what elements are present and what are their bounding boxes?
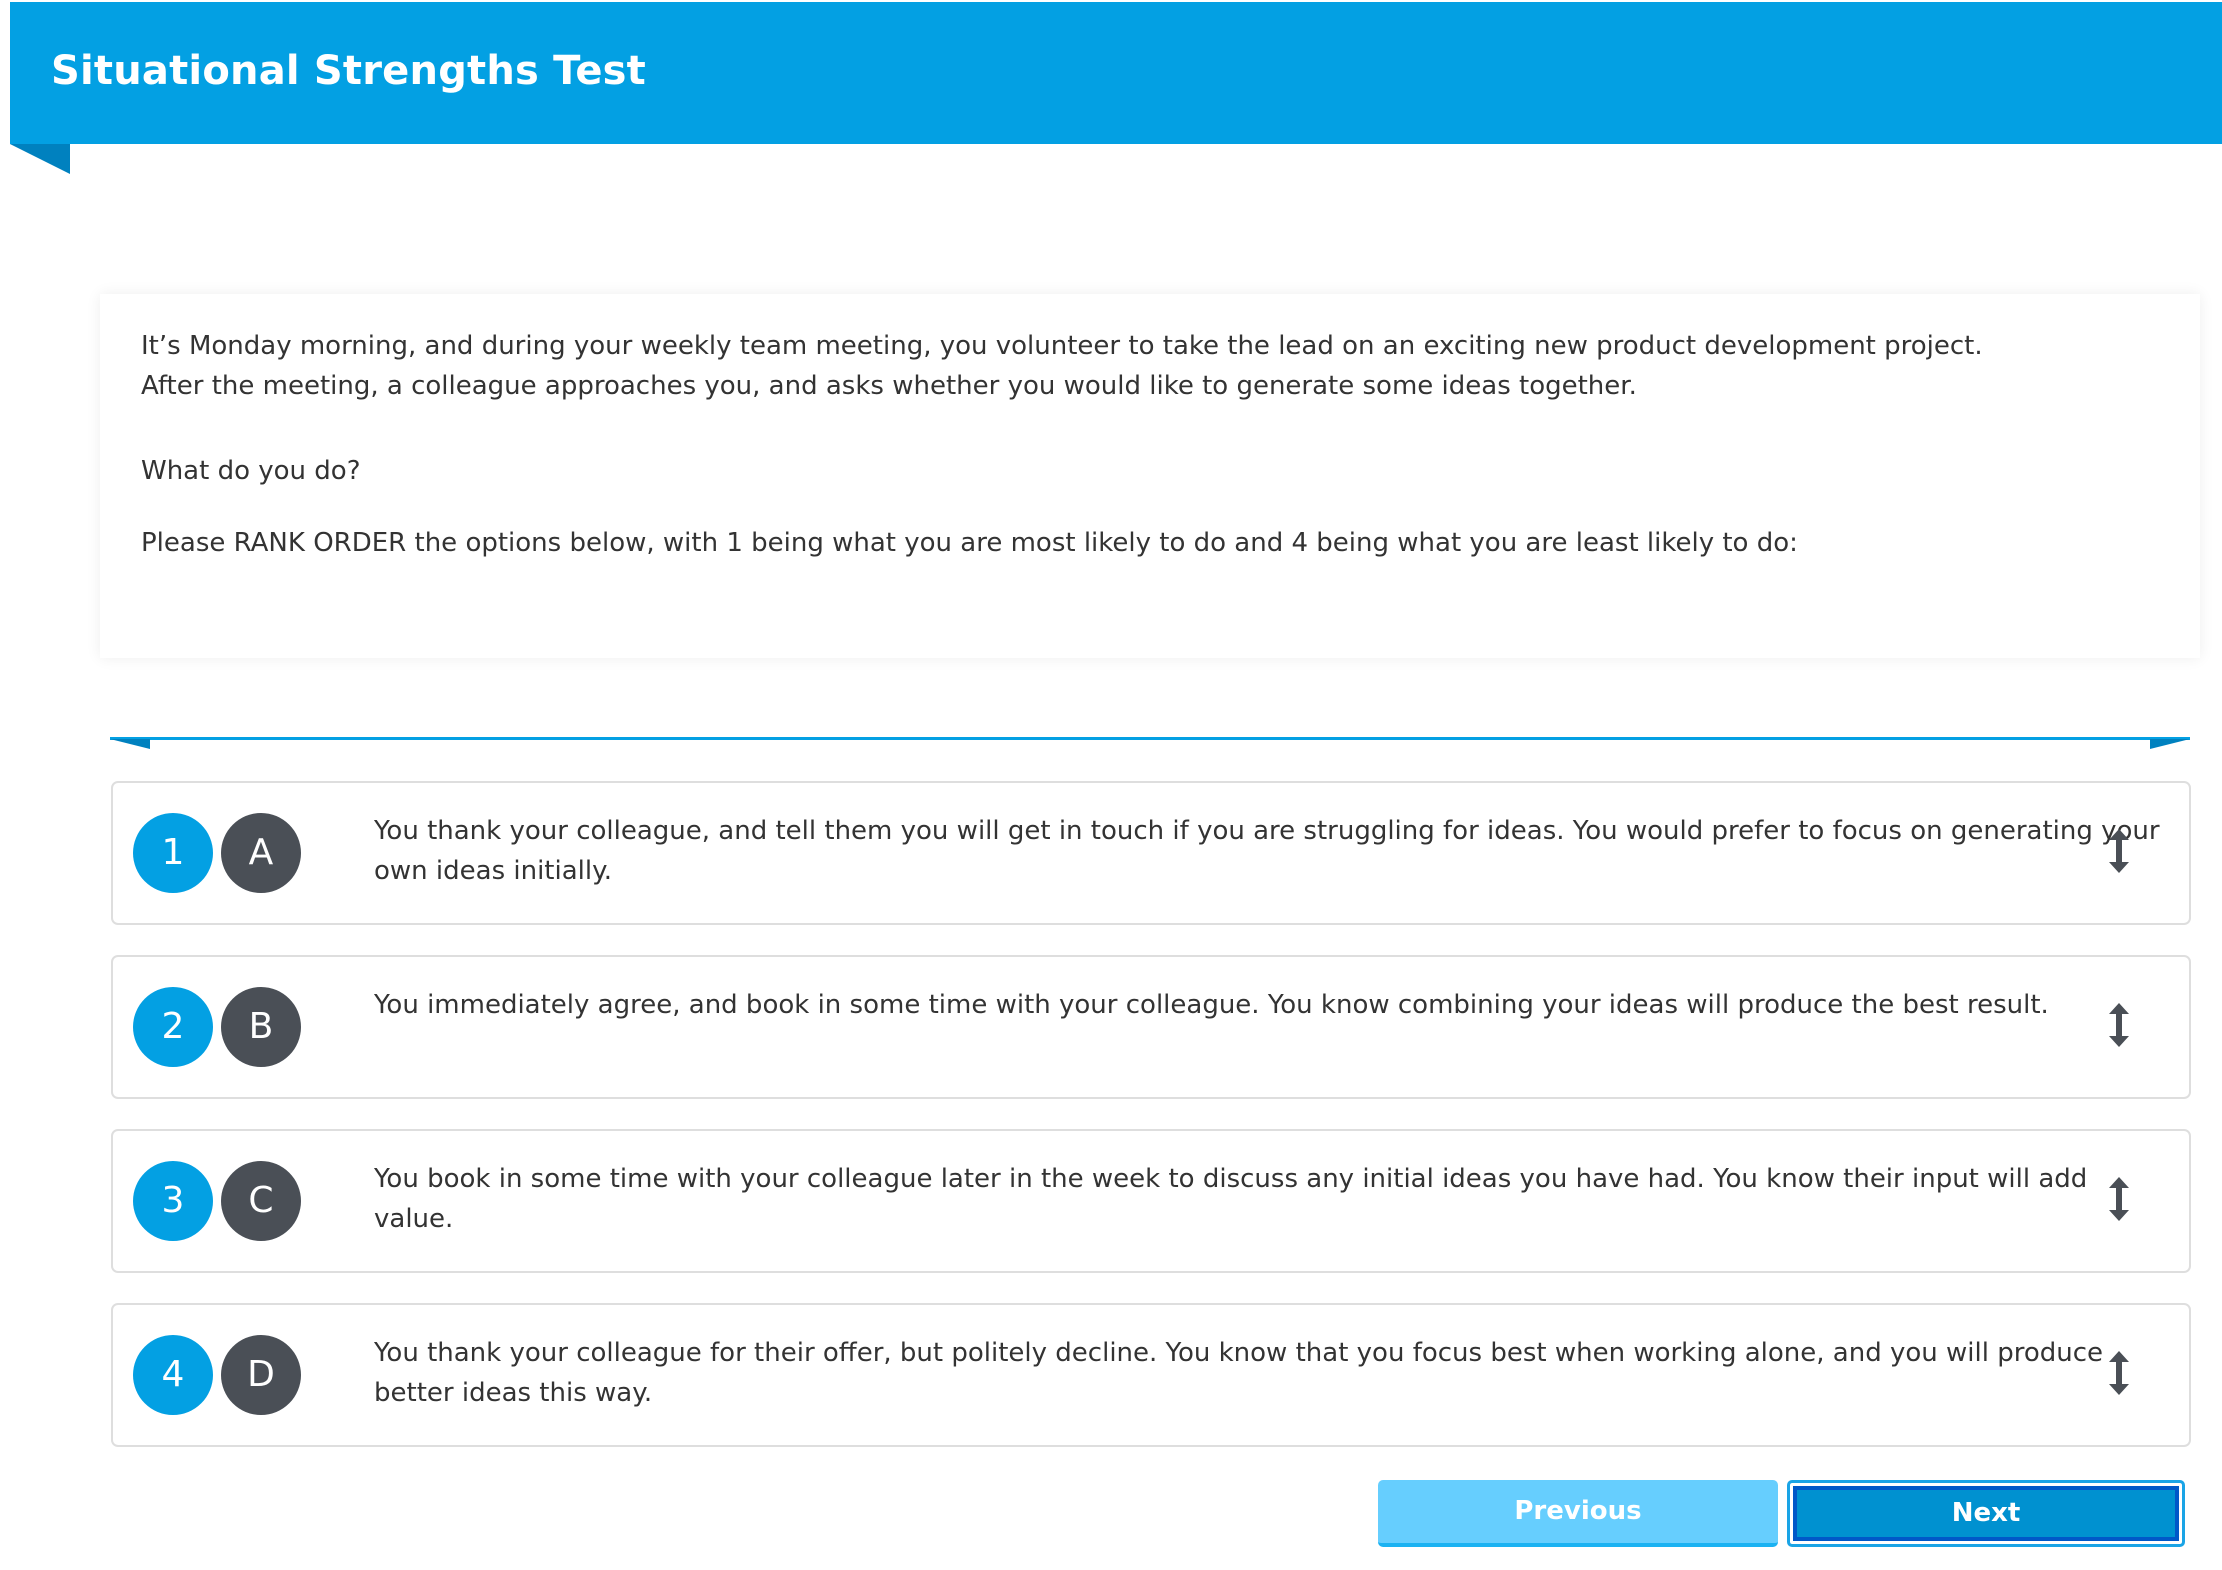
page-title: Situational Strengths Test: [51, 48, 646, 94]
header-banner: Situational Strengths Test: [10, 2, 2222, 144]
scenario-paragraph-line-2: After the meeting, a colleague approache…: [141, 371, 1637, 401]
drag-vertical-icon[interactable]: [2107, 1351, 2131, 1395]
rank-badge: 3: [133, 1161, 213, 1241]
drag-vertical-icon[interactable]: [2107, 1003, 2131, 1047]
scenario-paragraph-line-1: It’s Monday morning, and during your wee…: [141, 331, 1983, 361]
option-text: You book in some time with your colleagu…: [374, 1164, 2088, 1234]
rank-badge: 1: [133, 813, 213, 893]
option-item-a[interactable]: 1 A You thank your colleague, and tell t…: [111, 781, 2191, 925]
option-item-d[interactable]: 4 D You thank your colleague for their o…: [111, 1303, 2191, 1447]
drag-vertical-icon[interactable]: [2107, 1177, 2131, 1221]
previous-button[interactable]: Previous: [1378, 1480, 1778, 1547]
scenario-card: It’s Monday morning, and during your wee…: [100, 294, 2200, 658]
divider-flag-left: [110, 739, 150, 749]
next-button[interactable]: Next: [1787, 1480, 2185, 1547]
rank-badge: 4: [133, 1335, 213, 1415]
rank-badge: 2: [133, 987, 213, 1067]
option-letter-badge: C: [221, 1161, 301, 1241]
option-letter-badge: D: [221, 1335, 301, 1415]
scenario-question: What do you do?: [141, 456, 361, 486]
scenario-instruction: Please RANK ORDER the options below, wit…: [141, 528, 1798, 558]
divider-flag-right: [2150, 739, 2190, 749]
header-fold-decoration: [10, 144, 70, 174]
section-divider: [110, 737, 2190, 740]
option-text: You immediately agree, and book in some …: [374, 990, 2049, 1020]
drag-vertical-icon[interactable]: [2107, 829, 2131, 873]
option-text: You thank your colleague, and tell them …: [374, 816, 2160, 886]
option-letter-badge: B: [221, 987, 301, 1067]
option-text: You thank your colleague for their offer…: [374, 1338, 2103, 1408]
option-letter-badge: A: [221, 813, 301, 893]
option-item-c[interactable]: 3 C You book in some time with your coll…: [111, 1129, 2191, 1273]
option-item-b[interactable]: 2 B You immediately agree, and book in s…: [111, 955, 2191, 1099]
